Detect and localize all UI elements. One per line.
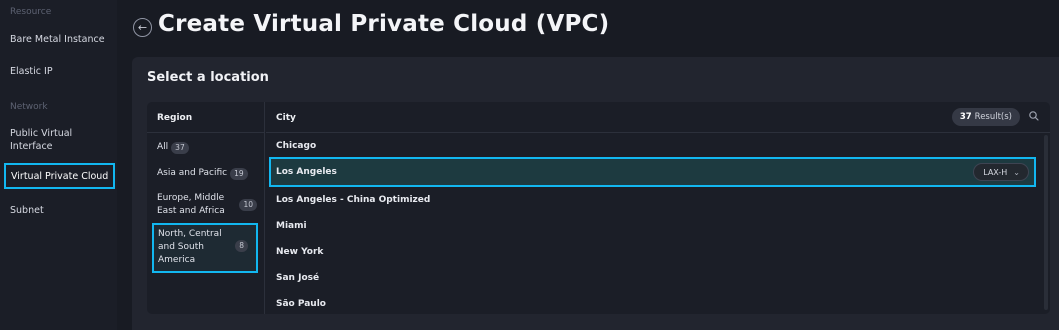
city-label: Los Angeles - China Optimized: [276, 195, 431, 205]
sidebar-section-network: Network: [10, 102, 48, 112]
city-label: Chicago: [276, 141, 317, 151]
region-item-americas[interactable]: North, Central and South America 8: [152, 223, 258, 273]
city-row-los-angeles[interactable]: Los Angeles LAX-H ⌄: [269, 157, 1036, 187]
results-label: Result(s): [974, 112, 1012, 122]
city-column: City 37 Result(s) Chicago Los Angeles LA…: [266, 102, 1050, 314]
city-header: City: [276, 113, 296, 123]
city-label: Los Angeles: [276, 167, 337, 177]
region-header-divider: [147, 132, 265, 133]
arrow-left-icon: ←: [137, 21, 148, 34]
region-header: Region: [157, 113, 193, 123]
city-label: San José: [276, 273, 320, 283]
city-label: São Paulo: [276, 299, 326, 309]
city-row-san-jose[interactable]: San José: [266, 265, 1042, 291]
city-row-los-angeles-china-optimized[interactable]: Los Angeles - China Optimized: [266, 187, 1042, 213]
results-number: 37: [959, 112, 972, 122]
sidebar-item-elastic-ip[interactable]: Elastic IP: [10, 65, 110, 78]
region-item-emea[interactable]: Europe, Middle East and Africa 10: [157, 192, 257, 218]
datacenter-select[interactable]: LAX-H ⌄: [973, 163, 1029, 181]
location-selector: Region All 37 Asia and Pacific 19 Europe…: [147, 102, 1050, 314]
back-button[interactable]: ←: [133, 18, 152, 37]
location-panel-title: Select a location: [147, 70, 269, 85]
location-panel: Select a location Region All 37 Asia and…: [132, 57, 1059, 330]
region-count-badge: 10: [239, 199, 257, 211]
page-title: Create Virtual Private Cloud (VPC): [158, 11, 610, 37]
search-icon[interactable]: [1028, 110, 1040, 122]
sidebar-item-virtual-private-cloud[interactable]: Virtual Private Cloud: [4, 163, 115, 189]
sidebar-item-public-virtual-interface[interactable]: Public Virtual Interface: [10, 127, 110, 153]
sidebar-section-resource: Resource: [10, 7, 52, 17]
city-row-chicago[interactable]: Chicago: [266, 133, 1042, 159]
city-row-miami[interactable]: Miami: [266, 213, 1042, 239]
city-label: New York: [276, 247, 324, 257]
city-row-new-york[interactable]: New York: [266, 239, 1042, 265]
chevron-down-icon: ⌄: [1013, 167, 1020, 177]
city-row-sao-paulo[interactable]: São Paulo: [266, 291, 1042, 317]
region-count-badge: 8: [235, 240, 248, 252]
results-count: 37 Result(s): [951, 108, 1020, 126]
city-list-scrollbar[interactable]: [1044, 135, 1048, 310]
sidebar-item-subnet[interactable]: Subnet: [10, 204, 110, 217]
sidebar-item-bare-metal-instance[interactable]: Bare Metal Instance: [10, 33, 110, 46]
datacenter-value: LAX-H: [983, 167, 1008, 177]
region-count-badge: 37: [171, 141, 189, 154]
sidebar: Resource Bare Metal Instance Elastic IP …: [0, 0, 117, 330]
region-item-asia-pacific[interactable]: Asia and Pacific 19: [157, 167, 248, 180]
region-label: Asia and Pacific: [157, 168, 228, 178]
region-label: All: [157, 142, 169, 152]
region-label: Europe, Middle East and Africa: [157, 193, 225, 216]
region-count-badge: 19: [230, 167, 248, 180]
region-item-all[interactable]: All 37: [157, 141, 189, 154]
city-label: Miami: [276, 221, 307, 231]
region-column: Region All 37 Asia and Pacific 19 Europe…: [147, 102, 265, 314]
region-label: North, Central and South America: [158, 229, 222, 265]
